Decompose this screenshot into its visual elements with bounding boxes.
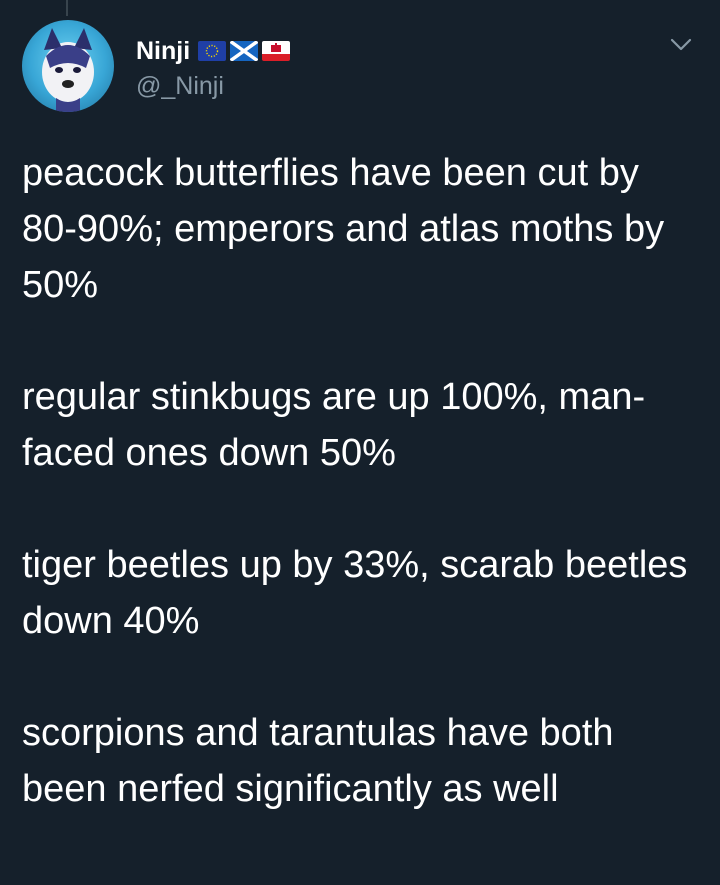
gibraltar-flag-icon [262, 41, 291, 61]
chevron-down-icon[interactable] [670, 38, 692, 52]
tweet-paragraph: scorpions and tarantulas have both been … [22, 712, 614, 810]
wolf-avatar-icon[interactable] [22, 20, 114, 112]
author-names: Ninji @_Ninji [136, 36, 294, 101]
scotland-flag-icon [230, 41, 259, 61]
eu-flag-icon [198, 41, 227, 61]
tweet-header: Ninji @_Ninji [22, 20, 698, 120]
tweet-paragraph: peacock butterflies have been cut by 80-… [22, 152, 665, 306]
display-name[interactable]: Ninji [136, 37, 190, 66]
tweet-paragraph: tiger beetles up by 33%, scarab beetles … [22, 544, 688, 642]
tweet-text: peacock butterflies have been cut by 80-… [22, 145, 692, 817]
author-handle[interactable]: @_Ninji [136, 72, 294, 101]
display-name-row: Ninji [136, 36, 294, 66]
thread-connector-line [66, 0, 68, 16]
tweet-paragraph: regular stinkbugs are up 100%, man-faced… [22, 376, 646, 474]
